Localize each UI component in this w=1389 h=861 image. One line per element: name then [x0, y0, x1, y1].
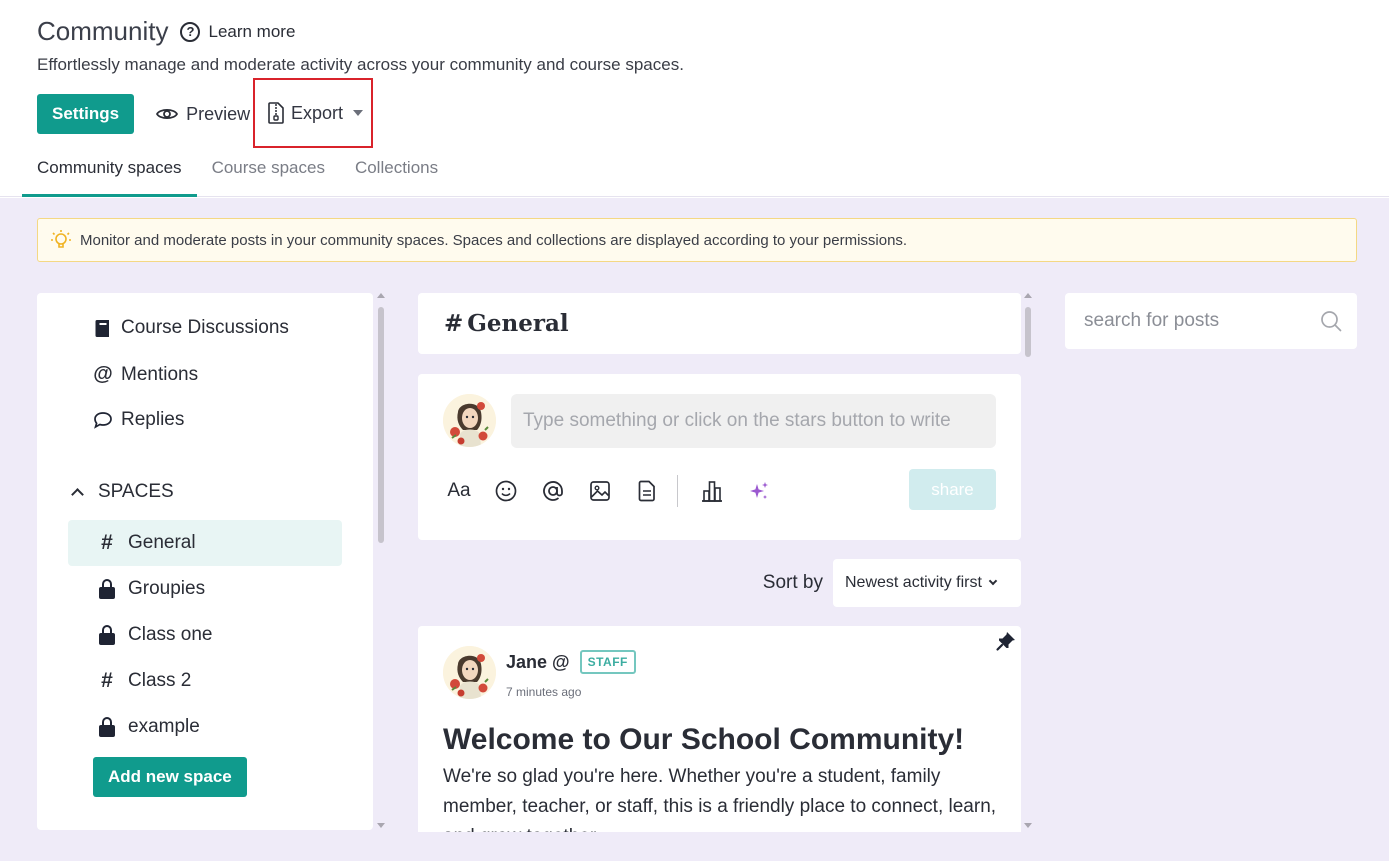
- scrollbar-thumb[interactable]: [378, 307, 384, 543]
- avatar: [443, 394, 496, 447]
- sidebar-item-general[interactable]: # General: [68, 520, 342, 566]
- hash-icon: #: [101, 669, 113, 692]
- staff-badge: STAFF: [579, 650, 636, 674]
- space-label: example: [128, 716, 200, 737]
- learn-more-label: Learn more: [208, 21, 296, 41]
- scroll-up-icon[interactable]: [377, 293, 385, 298]
- toolbar-divider: [677, 475, 678, 507]
- banner-text: Monitor and moderate posts in your commu…: [80, 231, 908, 249]
- chevron-down-icon: [988, 576, 998, 586]
- composer-toolbar: Aa: [446, 475, 793, 507]
- search-input[interactable]: [1065, 293, 1315, 349]
- add-new-space-button[interactable]: Add new space: [93, 757, 247, 797]
- feed-scrollbar[interactable]: [1023, 293, 1033, 830]
- learn-more-link[interactable]: ? Learn more: [180, 21, 296, 42]
- at-icon: @: [93, 363, 113, 385]
- scrollbar-thumb[interactable]: [1025, 307, 1031, 357]
- tab-collections[interactable]: Collections: [340, 150, 453, 197]
- main-content: Monitor and moderate posts in your commu…: [0, 198, 1389, 861]
- post-body: We're so glad you're here. Whether you'r…: [443, 766, 997, 832]
- share-button[interactable]: share: [909, 469, 996, 510]
- sort-label: Sort by: [762, 572, 823, 593]
- sidebar-item-example[interactable]: example: [68, 704, 342, 750]
- post-compose-input[interactable]: [511, 394, 996, 448]
- lock-icon: [98, 716, 116, 737]
- space-label: Class one: [128, 624, 213, 645]
- sidebar-item-class-2[interactable]: # Class 2: [68, 658, 342, 704]
- space-tabs: Community spaces Course spaces Collectio…: [22, 150, 453, 197]
- eye-icon: [156, 108, 179, 120]
- chevron-up-icon: [71, 488, 84, 501]
- lock-icon: [98, 624, 116, 645]
- lock-icon: [98, 578, 116, 599]
- page-subtitle: Effortlessly manage and moderate activit…: [37, 55, 684, 74]
- mention-icon[interactable]: [540, 478, 566, 504]
- hash-icon: #: [444, 310, 464, 337]
- space-label: General: [128, 532, 196, 553]
- book-icon: [93, 319, 113, 338]
- post-search: [1065, 293, 1357, 349]
- space-label: Class 2: [128, 670, 192, 691]
- sidebar-item-replies[interactable]: Replies: [93, 409, 184, 431]
- pin-icon[interactable]: [995, 630, 1017, 652]
- zip-file-icon: [268, 102, 284, 124]
- preview-button[interactable]: Preview: [156, 94, 250, 134]
- question-circle-icon: ?: [180, 21, 201, 42]
- channel-header: # General: [418, 293, 1021, 354]
- spaces-sidebar: Course Discussions @ Mentions Replies SP…: [37, 293, 373, 830]
- emoji-icon[interactable]: [493, 478, 519, 504]
- speech-bubble-icon: [93, 411, 113, 429]
- page-title: Community: [37, 16, 169, 46]
- sidebar-item-label: Mentions: [121, 363, 199, 385]
- preview-label: Preview: [186, 103, 251, 124]
- post-card[interactable]: Jane @ STAFF 7 minutes ago Welcome to Ou…: [418, 626, 1021, 832]
- caret-down-icon: [353, 110, 364, 116]
- ai-stars-icon[interactable]: [746, 478, 772, 504]
- sort-selected-value: Newest activity first: [845, 574, 982, 591]
- search-icon[interactable]: [1320, 310, 1342, 332]
- lightbulb-icon: [51, 230, 71, 248]
- spaces-heading: SPACES: [98, 481, 174, 502]
- post-title: Welcome to Our School Community!: [443, 723, 965, 756]
- space-label: Groupies: [128, 578, 206, 599]
- sort-dropdown[interactable]: Newest activity first: [833, 559, 1021, 607]
- title-row: Community ? Learn more: [37, 16, 295, 47]
- sidebar-item-label: Course Discussions: [121, 317, 289, 338]
- scroll-down-icon[interactable]: [377, 823, 385, 828]
- text-format-icon[interactable]: Aa: [446, 478, 472, 504]
- document-icon[interactable]: [634, 478, 660, 504]
- avatar[interactable]: [443, 646, 496, 699]
- sidebar-item-class-one[interactable]: Class one: [68, 612, 342, 658]
- post-timestamp: 7 minutes ago: [506, 685, 582, 699]
- sidebar-scrollbar[interactable]: [376, 293, 386, 830]
- settings-button[interactable]: Settings: [37, 94, 135, 134]
- post-composer: Aa share: [418, 374, 1021, 540]
- sort-row: Sort by Newest activity first: [418, 559, 1021, 607]
- sidebar-item-groupies[interactable]: Groupies: [68, 566, 342, 612]
- scroll-down-icon[interactable]: [1024, 823, 1032, 828]
- export-dropdown-button[interactable]: Export: [253, 78, 373, 148]
- scroll-up-icon[interactable]: [1024, 293, 1032, 298]
- info-banner: Monitor and moderate posts in your commu…: [37, 218, 1357, 262]
- tab-community-spaces[interactable]: Community spaces: [22, 150, 197, 197]
- channel-name: General: [467, 310, 569, 337]
- export-label: Export: [291, 102, 344, 123]
- header-actions: Settings Preview: [37, 94, 250, 134]
- author-name[interactable]: Jane @: [506, 652, 570, 673]
- image-icon[interactable]: [587, 478, 613, 504]
- poll-chart-icon[interactable]: [699, 478, 725, 504]
- sidebar-item-course-discussions[interactable]: Course Discussions: [93, 317, 289, 339]
- post-author: Jane @ STAFF: [506, 650, 636, 674]
- spaces-section-toggle[interactable]: SPACES: [71, 481, 174, 503]
- tab-course-spaces[interactable]: Course spaces: [197, 150, 340, 197]
- sidebar-item-mentions[interactable]: @ Mentions: [93, 363, 198, 386]
- sidebar-item-label: Replies: [121, 409, 185, 430]
- hash-icon: #: [101, 531, 113, 554]
- page-header: Community ? Learn more Effortlessly mana…: [0, 0, 1389, 197]
